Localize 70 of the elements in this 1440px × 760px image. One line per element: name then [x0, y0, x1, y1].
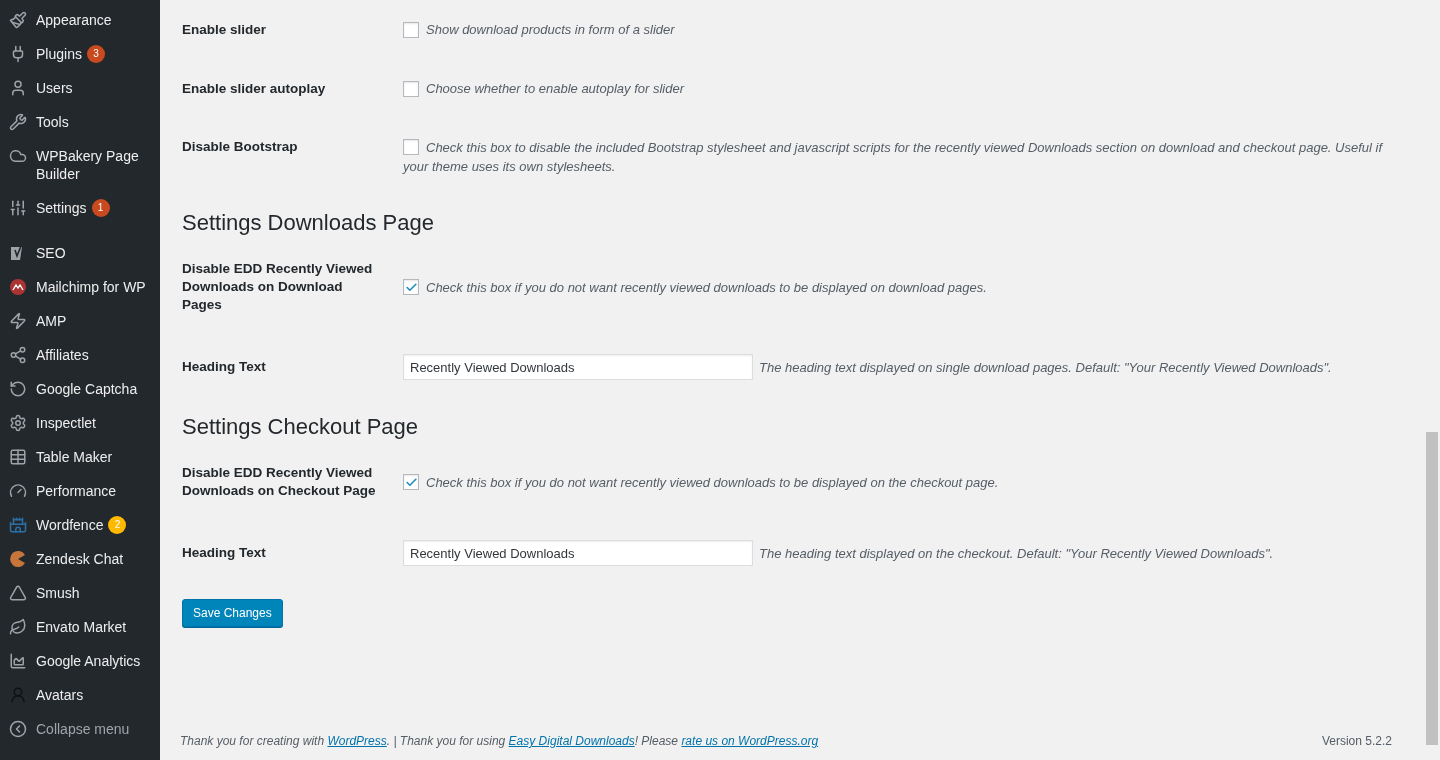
collapse-icon — [9, 720, 27, 738]
menu-item[interactable]: Appearance — [0, 3, 160, 37]
leaf-icon — [9, 618, 27, 636]
field-description: Check this box if you do not want recently viewed downloads to be displayed on the checkout page. — [426, 473, 999, 492]
footer-link[interactable]: WordPress — [327, 734, 387, 748]
checkbox[interactable] — [403, 474, 419, 490]
checkbox[interactable] — [403, 279, 419, 295]
checkbox[interactable] — [403, 21, 419, 38]
field-description: Choose whether to enable autoplay for slider — [426, 80, 684, 98]
menu-item[interactable]: Affiliates — [0, 338, 160, 372]
section-heading: Settings Downloads Page — [182, 210, 435, 236]
chart-icon — [9, 652, 27, 670]
wrench-icon — [9, 113, 27, 131]
menu-item[interactable]: WPBakery Page Builder — [0, 139, 160, 191]
menu-item[interactable]: Mailchimp for WP — [0, 270, 160, 304]
menu-item[interactable]: Zendesk Chat — [0, 542, 160, 576]
gauge-icon — [9, 482, 27, 500]
gear-icon — [9, 414, 27, 432]
menu-item[interactable]: SEO — [0, 236, 160, 270]
text-input[interactable]: Recently Viewed Downloads — [403, 354, 753, 380]
footer-link[interactable]: Easy Digital Downloads — [508, 734, 635, 748]
nodes-icon — [9, 346, 27, 364]
user-icon — [9, 79, 27, 97]
field-label: Enable slider autoplay — [182, 79, 327, 98]
table-icon — [9, 448, 27, 466]
menu-item[interactable]: Inspectlet — [0, 406, 160, 440]
field-label: Heading Text — [182, 358, 267, 376]
bolt-icon — [9, 312, 27, 330]
menu-item[interactable]: Google Captcha — [0, 372, 160, 406]
field-label: Disable EDD Recently Viewed Downloads on Checkout Page — [182, 464, 377, 500]
collapse-menu[interactable]: Collapse menu — [0, 712, 160, 746]
menu-item[interactable]: Google Analytics — [0, 644, 160, 678]
footer-link[interactable]: rate us on WordPress.org — [681, 734, 819, 748]
version-text: Version 5.2.2 — [1321, 734, 1392, 748]
count-badge: 3 — [86, 45, 105, 63]
avatar-icon — [9, 686, 27, 704]
field-description: Show download products in form of a slider — [426, 21, 675, 39]
count-badge: 1 — [91, 199, 110, 217]
menu-item[interactable]: Users — [0, 71, 160, 105]
menu-item[interactable]: Envato Market — [0, 610, 160, 644]
field-description: The heading text displayed on single download pages. Default: "Your Recently Viewed Downloads". — [759, 358, 1332, 377]
menu-item[interactable]: Avatars — [0, 678, 160, 712]
pie-icon — [9, 550, 27, 568]
save-button[interactable]: Save Changes — [182, 599, 283, 627]
field-label: Disable Bootstrap — [182, 138, 299, 156]
checkbox[interactable] — [403, 139, 419, 155]
field-label: Disable EDD Recently Viewed Downloads on Download Pages — [182, 260, 374, 314]
circular-arrow-icon — [9, 380, 27, 398]
menu-item[interactable]: Settings 1 — [0, 191, 160, 225]
menu-item[interactable]: Performance — [0, 474, 160, 508]
field-description: Check this box to disable the included Bootstrap stylesheet and javascript scripts for the recently viewed Downloads section on download and checkout page. Useful if your theme uses its own stylesheets. — [403, 138, 1384, 176]
menu-item[interactable]: Tools — [0, 105, 160, 139]
footer-credits: Thank you for creating with WordPress. | Thank you for using Easy Digital Downloads! Please rate us on WordPress.org — [180, 734, 819, 748]
field-label: Enable slider — [182, 20, 268, 39]
checkbox[interactable] — [403, 80, 419, 97]
menu-item[interactable]: Table Maker — [0, 440, 160, 474]
menu-item[interactable]: Smush — [0, 576, 160, 610]
menu-item[interactable]: Wordfence 2 — [0, 508, 160, 542]
field-label: Heading Text — [182, 544, 267, 562]
field-description: Check this box if you do not want recently viewed downloads to be displayed on download pages. — [426, 278, 987, 297]
sliders-icon — [9, 199, 27, 217]
paintbrush-icon — [9, 11, 27, 29]
field-description: The heading text displayed on the checkout. Default: "Your Recently Viewed Downloads". — [759, 544, 1274, 563]
section-heading: Settings Checkout Page — [182, 414, 420, 440]
menu-item[interactable]: AMP — [0, 304, 160, 338]
triangle-icon — [9, 584, 27, 602]
count-badge: 2 — [108, 516, 127, 534]
menu-item[interactable]: Plugins 3 — [0, 37, 160, 71]
text-input[interactable]: Recently Viewed Downloads — [403, 540, 753, 566]
cloud-icon — [9, 147, 27, 165]
